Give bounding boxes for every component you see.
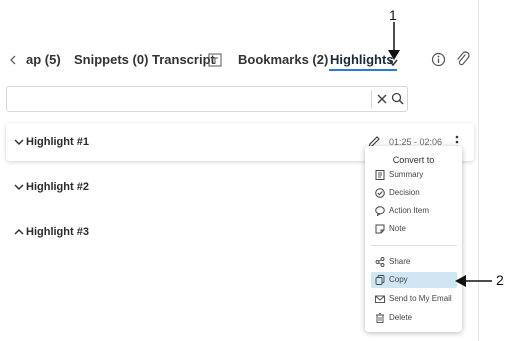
context-menu: Convert to Summary Decision Action Item …: [365, 146, 462, 332]
tab-highlights[interactable]: Highlights: [330, 52, 394, 67]
chevron-down-icon[interactable]: [14, 182, 24, 192]
info-icon[interactable]: [431, 52, 446, 67]
menu-item-share[interactable]: Share: [371, 254, 457, 270]
panel-border: [478, 0, 479, 341]
tab-bookmarks[interactable]: Bookmarks (2): [238, 52, 328, 67]
summary-icon: [375, 170, 385, 180]
menu-item-label: Share: [389, 257, 411, 266]
annotation-number-1: 1: [389, 7, 397, 23]
annotation-number-2: 2: [496, 272, 504, 288]
menu-item-delete[interactable]: Delete: [371, 310, 457, 326]
chevron-down-icon[interactable]: [387, 58, 399, 68]
annotation-arrow-2: [455, 275, 492, 287]
attachment-icon[interactable]: [455, 51, 470, 67]
menu-item-send-to-my-email[interactable]: Send to My Email: [371, 291, 457, 307]
tab-transcript[interactable]: Transcript: [152, 52, 215, 67]
tabs-scroll-left-button[interactable]: [6, 52, 20, 68]
search-icon[interactable]: [391, 92, 404, 105]
highlight-title: Highlight #3: [26, 226, 89, 238]
tab-snippets[interactable]: Snippets (0): [74, 52, 148, 67]
menu-item-summary[interactable]: Summary: [371, 167, 457, 183]
search-input[interactable]: [11, 90, 375, 110]
search-box: [6, 86, 408, 112]
chevron-down-icon[interactable]: [14, 137, 24, 147]
copy-icon: [375, 275, 385, 285]
menu-item-note[interactable]: Note: [371, 221, 457, 237]
highlight-title: Highlight #2: [26, 181, 89, 193]
menu-item-label: Action Item: [389, 206, 430, 215]
share-icon: [375, 257, 385, 267]
menu-item-label: Summary: [389, 170, 424, 179]
menu-item-decision[interactable]: Decision: [371, 185, 457, 201]
note-icon: [375, 224, 385, 234]
chevron-left-icon: [10, 55, 16, 65]
active-tab-underline: [329, 69, 397, 71]
menu-divider: [371, 245, 457, 246]
trash-icon: [376, 313, 384, 323]
speech-bubble-icon: [375, 206, 385, 216]
menu-item-label: Note: [389, 224, 406, 233]
menu-item-copy[interactable]: Copy: [371, 272, 457, 288]
tab-recap[interactable]: ap (5): [26, 52, 61, 67]
menu-item-label: Delete: [389, 313, 413, 322]
menu-item-action-item[interactable]: Action Item: [371, 203, 457, 219]
search-separator: [371, 90, 372, 108]
menu-item-label: Decision: [389, 188, 420, 197]
menu-item-label: Copy: [389, 275, 408, 284]
chevron-up-icon[interactable]: [14, 227, 24, 237]
menu-title: Convert to: [392, 155, 435, 165]
menu-item-label: Send to My Email: [389, 294, 452, 303]
email-icon: [375, 295, 385, 303]
transcript-icon: [208, 53, 222, 67]
check-circle-icon: [375, 188, 385, 198]
highlight-title: Highlight #1: [26, 136, 89, 148]
clear-icon[interactable]: [376, 93, 388, 105]
